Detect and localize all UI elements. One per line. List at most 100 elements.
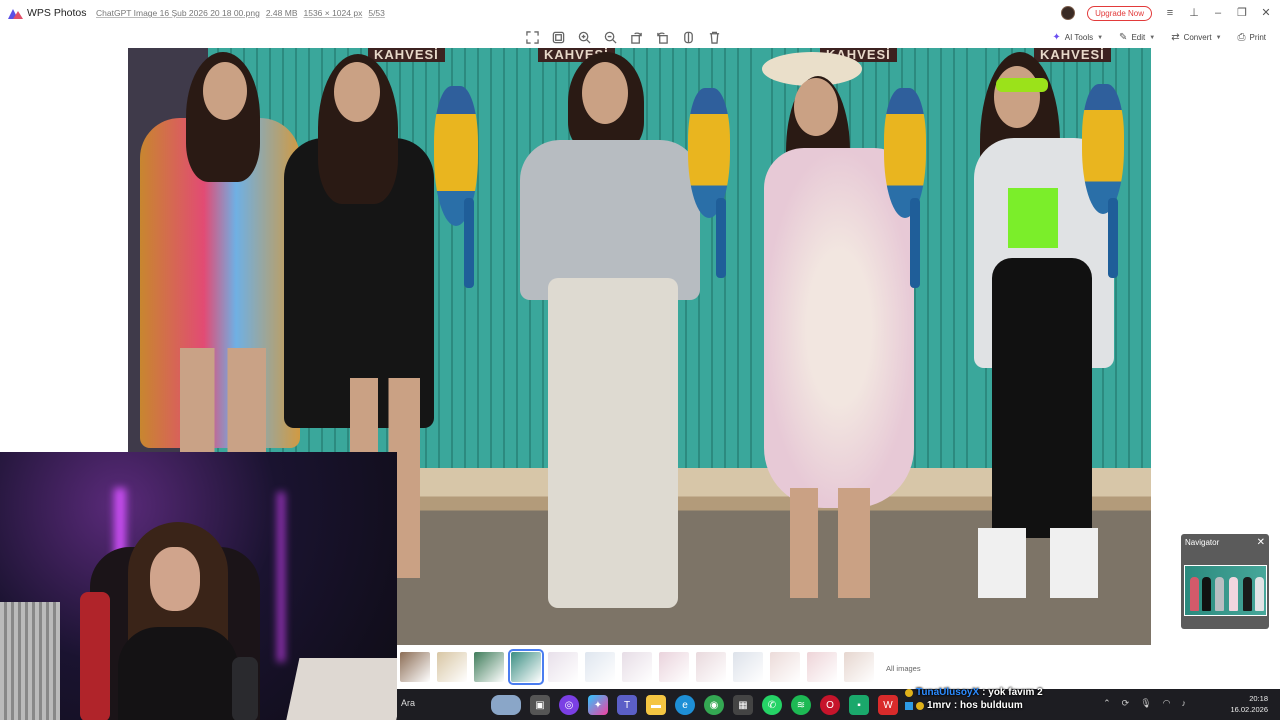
chevron-up-icon[interactable]: ⌃ — [1103, 698, 1111, 709]
thumbnail[interactable] — [585, 652, 615, 682]
chat-username: TunaUlusoyX — [916, 687, 980, 698]
chat-text: : hos bulduum — [953, 700, 1023, 711]
thumbnail[interactable] — [770, 652, 800, 682]
mic-icon[interactable]: 🎙 — [1140, 698, 1151, 709]
thumbnail[interactable] — [733, 652, 763, 682]
thumbnail[interactable] — [400, 652, 430, 682]
edit-button[interactable]: ✎ Edit ▼ — [1119, 32, 1155, 43]
chat-text: : yok favım 2 — [982, 687, 1043, 698]
navigator-title: Navigator — [1185, 538, 1220, 547]
thumbnail[interactable] — [548, 652, 578, 682]
clock-date: 16.02.2026 — [1230, 705, 1268, 714]
taskbar-clock[interactable]: 20:18 16.02.2026 — [1230, 693, 1268, 715]
print-label: Print — [1249, 33, 1266, 42]
webcam-overlay — [0, 452, 397, 720]
taskbar-search[interactable]: Ara — [401, 698, 415, 708]
badge-icon — [916, 701, 924, 710]
store-icon[interactable]: ▦ — [733, 695, 753, 715]
task-view-icon[interactable]: ▣ — [530, 695, 550, 715]
app2-icon[interactable]: ▪ — [849, 695, 869, 715]
system-tray: ⌃ ⟳ 🎙 ◠ ♪ — [1103, 698, 1186, 709]
close-icon[interactable]: ✕ — [1257, 537, 1265, 548]
stream-chat-overlay: TunaUlusoyX : yok favım 2 1mrv : hos bul… — [905, 686, 1043, 712]
account-avatar[interactable] — [1061, 6, 1076, 20]
speaker-icon[interactable]: ♪ — [1182, 698, 1187, 709]
fit-icon[interactable] — [550, 29, 567, 46]
menu-icon[interactable]: ≡ — [1164, 7, 1176, 19]
opera-icon[interactable]: O — [820, 695, 840, 715]
photo-panel: KAHVESİ — [760, 48, 974, 645]
copilot-icon[interactable]: ✦ — [588, 695, 608, 715]
delete-icon[interactable] — [706, 29, 723, 46]
title-bar: WPS Photos ChatGPT Image 16 Şub 2026 20 … — [0, 0, 1280, 26]
wps-logo-icon — [8, 7, 23, 19]
app-name: WPS Photos — [27, 7, 87, 19]
convert-label: Convert — [1183, 33, 1212, 42]
image-toolbar: ✦ AI Tools ▼ ✎ Edit ▼ ⇄ Convert ▼ ⎙ Print — [0, 27, 1280, 47]
badge-icon — [905, 688, 913, 697]
photo-panel: KAHVESİ — [974, 48, 1151, 645]
thumbnail[interactable] — [437, 652, 467, 682]
convert-button[interactable]: ⇄ Convert ▼ — [1171, 32, 1221, 43]
zoom-out-icon[interactable] — [602, 29, 619, 46]
app-window: WPS Photos ChatGPT Image 16 Şub 2026 20 … — [0, 0, 1280, 720]
chat-message: TunaUlusoyX : yok favım 2 — [905, 686, 1043, 699]
navigator-preview[interactable] — [1184, 565, 1267, 616]
restore-icon[interactable]: ❐ — [1236, 7, 1248, 19]
thumbnail[interactable] — [622, 652, 652, 682]
chevron-down-icon: ▼ — [1149, 34, 1156, 41]
edit-tools: ✦ AI Tools ▼ ✎ Edit ▼ ⇄ Convert ▼ ⎙ Print — [1052, 29, 1266, 46]
ai-sparkle-icon: ✦ — [1052, 32, 1061, 43]
rotate-right-icon[interactable] — [654, 29, 671, 46]
rotate-left-icon[interactable] — [628, 29, 645, 46]
thumbnail[interactable] — [696, 652, 726, 682]
file-info: ChatGPT Image 16 Şub 2026 20 18 00.png 2… — [96, 8, 385, 18]
all-images-link[interactable]: All images — [886, 664, 921, 673]
flip-icon[interactable] — [680, 29, 697, 46]
print-icon: ⎙ — [1237, 32, 1246, 43]
pin-icon[interactable]: ⊥ — [1188, 7, 1200, 19]
title-bar-controls: Upgrade Now ≡ ⊥ – ❐ ✕ — [1061, 0, 1272, 26]
thumbnail[interactable] — [508, 649, 544, 685]
print-button[interactable]: ⎙ Print — [1238, 32, 1266, 43]
thumbnail-list — [400, 649, 874, 685]
network-icon[interactable]: ⟳ — [1122, 698, 1130, 709]
widget-icon[interactable] — [491, 695, 521, 715]
thumbnail[interactable] — [807, 652, 837, 682]
view-tools — [524, 29, 723, 46]
cafe-sign: KAHVESİ — [1034, 48, 1111, 62]
chevron-down-icon: ▼ — [1215, 34, 1222, 41]
ai-tools-button[interactable]: ✦ AI Tools ▼ — [1052, 32, 1103, 43]
spotify-icon[interactable]: ≋ — [791, 695, 811, 715]
chevron-down-icon: ▼ — [1097, 34, 1104, 41]
windows-taskbar: Ara ▣ ◎ ✦ T ▬ e ◉ ▦ ✆ ≋ O ▪ W ⌃ ⟳ 🎙 ◠ ♪ … — [397, 689, 1280, 720]
app-icon[interactable]: ◎ — [559, 695, 579, 715]
file-explorer-icon[interactable]: ▬ — [646, 695, 666, 715]
wps-icon[interactable]: W — [878, 695, 898, 715]
badge-icon — [905, 701, 913, 710]
fullscreen-icon[interactable] — [524, 29, 541, 46]
close-icon[interactable]: ✕ — [1260, 7, 1272, 19]
thumbnail[interactable] — [474, 652, 504, 682]
chat-username: 1mrv — [927, 700, 951, 711]
chat-message: 1mrv : hos bulduum — [905, 699, 1043, 712]
navigator-panel: Navigator ✕ — [1181, 534, 1269, 629]
edge-icon[interactable]: e — [675, 695, 695, 715]
edit-label: Edit — [1131, 33, 1146, 42]
image-dimensions: 1536 × 1024 px — [303, 8, 363, 18]
cafe-sign: KAHVESİ — [368, 48, 445, 62]
zoom-in-icon[interactable] — [576, 29, 593, 46]
upgrade-button[interactable]: Upgrade Now — [1087, 5, 1152, 21]
chrome-icon[interactable]: ◉ — [704, 695, 724, 715]
photo-panel: KAHVESİ — [518, 48, 760, 645]
clock-time: 20:18 — [1249, 694, 1268, 703]
thumbnail[interactable] — [844, 652, 874, 682]
thumbnail[interactable] — [659, 652, 689, 682]
wifi-icon[interactable]: ◠ — [1163, 698, 1171, 709]
minimize-icon[interactable]: – — [1212, 7, 1224, 19]
teams-icon[interactable]: T — [617, 695, 637, 715]
whatsapp-icon[interactable]: ✆ — [762, 695, 782, 715]
ai-tools-label: AI Tools — [1064, 33, 1094, 42]
file-name[interactable]: ChatGPT Image 16 Şub 2026 20 18 00.png — [96, 8, 260, 18]
thumbnail-strip: All images — [397, 649, 1280, 686]
